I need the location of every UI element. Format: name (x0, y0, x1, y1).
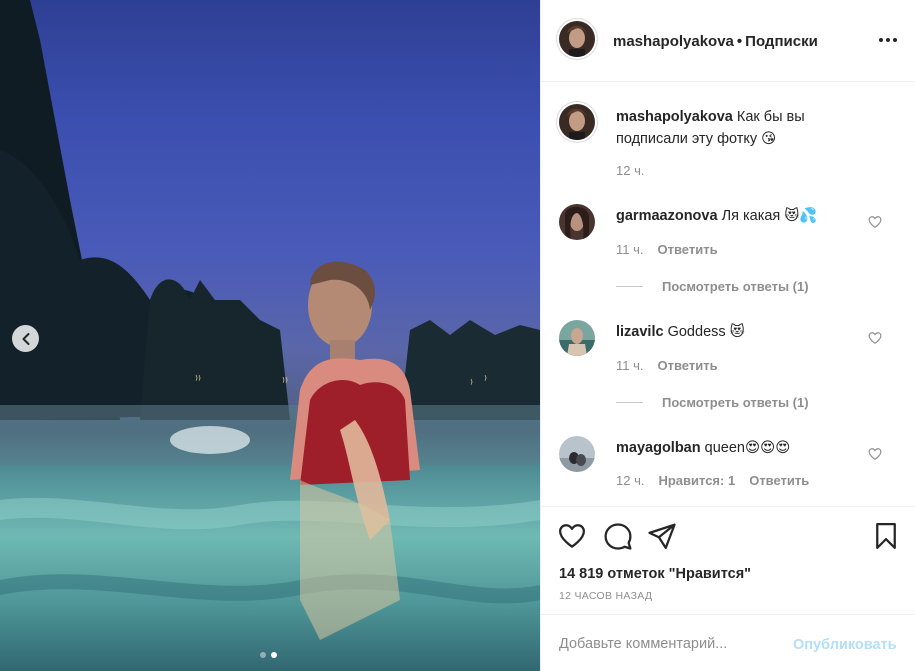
commenter-avatar[interactable] (559, 204, 595, 240)
comment-bubble-icon[interactable] (603, 521, 633, 551)
comment-meta: 11 ч. Ответить (616, 242, 718, 257)
caption-username[interactable]: mashapolyakova (616, 109, 733, 125)
comment-time[interactable]: 11 ч. (616, 242, 644, 257)
comment-likes-button[interactable]: Нравится: 1 (658, 473, 735, 488)
reply-button[interactable]: Ответить (658, 242, 718, 257)
author-avatar[interactable] (559, 21, 595, 57)
save-bookmark-icon[interactable] (871, 521, 901, 551)
caption-time[interactable]: 12 ч. (616, 163, 644, 178)
view-replies-button[interactable]: Посмотреть ответы (1) (616, 279, 809, 294)
carousel-dot (260, 652, 266, 658)
like-comment-heart-icon[interactable] (868, 215, 882, 229)
chevron-left-icon (22, 332, 29, 345)
comment-body: Goddess 😻 (667, 324, 745, 340)
comment-time[interactable]: 12 ч. (616, 473, 644, 488)
more-dot (886, 38, 890, 42)
comment-body: queen😍😍😍 (704, 440, 791, 456)
following-button[interactable]: Подписки (745, 33, 818, 50)
view-replies-label: Посмотреть ответы (1) (662, 395, 809, 410)
header-separator: • (736, 33, 743, 50)
replies-line (616, 402, 643, 403)
view-replies-button[interactable]: Посмотреть ответы (1) (616, 395, 809, 410)
comment-text: garmaazonova Ля какая 😻💦 (616, 205, 866, 227)
carousel-dot-active (271, 652, 277, 658)
comment-username[interactable]: lizavilc (616, 324, 664, 340)
svg-text:⁾: ⁾ (470, 377, 473, 391)
comment-meta: 11 ч. Ответить (616, 358, 718, 373)
caption-meta: 12 ч. (616, 163, 644, 178)
svg-text:⁾⁾: ⁾⁾ (195, 373, 201, 387)
comment-body: Ля какая 😻💦 (721, 208, 818, 224)
carousel-prev-button[interactable] (12, 325, 39, 352)
svg-text:⁾: ⁾ (484, 373, 487, 387)
comment-username[interactable]: mayagolban (616, 440, 701, 456)
post-details-panel: mashapolyakova • Подписки mashapolyakova К… (540, 0, 915, 671)
more-options-button[interactable] (879, 38, 897, 42)
caption-text: mashapolyakova Как бы вы подписали эту ф… (616, 106, 866, 150)
likes-count[interactable]: 14 819 отметок "Нравится" (559, 566, 751, 582)
author-header: mashapolyakova • Подписки (613, 33, 818, 50)
post-header: mashapolyakova • Подписки (541, 0, 915, 82)
author-username[interactable]: mashapolyakova (613, 33, 734, 50)
photo-scene: ⁾⁾ ⁾⁾ ⁾ ⁾ (0, 0, 540, 640)
add-comment-bar: Опубликовать (541, 614, 915, 671)
comment-text: mayagolban queen😍😍😍 (616, 437, 866, 459)
commenter-avatar[interactable] (559, 320, 595, 356)
replies-line (616, 286, 643, 287)
more-dot (893, 38, 897, 42)
commenter-avatar[interactable] (559, 436, 595, 472)
comment-meta: 12 ч. Нравится: 1 Ответить (616, 473, 809, 488)
publish-comment-button[interactable]: Опубликовать (793, 637, 897, 653)
like-comment-heart-icon[interactable] (868, 331, 882, 345)
comment-time[interactable]: 11 ч. (616, 358, 644, 373)
post-actions: 14 819 отметок "Нравится" 12 ЧАСОВ НАЗАД (541, 506, 915, 614)
like-heart-icon[interactable] (557, 521, 587, 551)
share-paper-plane-icon[interactable] (647, 521, 677, 551)
like-comment-heart-icon[interactable] (868, 447, 882, 461)
carousel-indicator (260, 652, 277, 658)
reply-button[interactable]: Ответить (658, 358, 718, 373)
reply-button[interactable]: Ответить (749, 473, 809, 488)
add-comment-input[interactable] (559, 633, 779, 655)
caption-avatar[interactable] (559, 104, 595, 140)
comments-list[interactable]: mashapolyakova Как бы вы подписали эту ф… (541, 82, 915, 506)
comment-username[interactable]: garmaazonova (616, 208, 718, 224)
more-dots-icon (879, 38, 883, 42)
comment-text: lizavilc Goddess 😻 (616, 321, 866, 343)
post-image[interactable]: ⁾⁾ ⁾⁾ ⁾ ⁾ (0, 0, 540, 671)
view-replies-label: Посмотреть ответы (1) (662, 279, 809, 294)
svg-text:⁾⁾: ⁾⁾ (282, 375, 288, 389)
post-timestamp[interactable]: 12 ЧАСОВ НАЗАД (559, 590, 652, 602)
